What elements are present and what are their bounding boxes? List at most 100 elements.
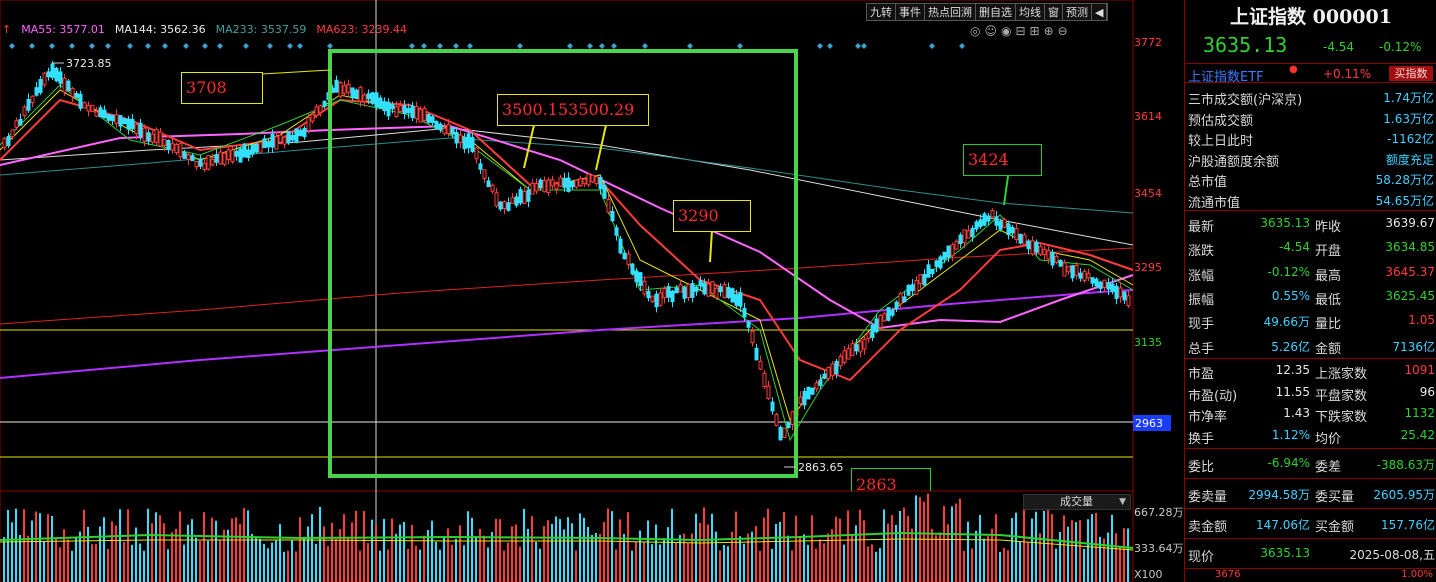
candle-body — [874, 318, 879, 333]
volume-bar — [571, 523, 573, 582]
candle-body — [658, 292, 663, 306]
volume-bar — [67, 539, 69, 582]
tool-jiuzhuan[interactable]: 九转 — [867, 4, 896, 20]
candle-body — [826, 366, 831, 379]
candle-body — [798, 396, 803, 405]
ma623-legend: MA623: 3239.44 — [316, 23, 408, 36]
target-icon[interactable]: ◎ — [970, 24, 980, 38]
candle-body — [986, 215, 991, 222]
ma-legend: ↑ MA55: 3577.01 MA144: 3562.36 MA233: 35… — [2, 23, 407, 39]
candle-body — [294, 128, 299, 143]
volume-bar — [891, 515, 893, 582]
volume-bar — [1031, 518, 1033, 582]
candle-body — [494, 192, 499, 207]
candle-body — [418, 109, 423, 123]
lock-icon[interactable]: ⊟ — [1015, 24, 1025, 38]
volume-bar — [435, 541, 437, 582]
candle-body — [722, 284, 727, 299]
candle-body — [1046, 250, 1051, 260]
signal-diamond — [959, 43, 965, 49]
volume-bar — [7, 509, 9, 582]
expand-icon[interactable]: ◀ — [1092, 4, 1108, 20]
volume-bar — [159, 515, 161, 582]
candle-body — [110, 114, 115, 121]
tool-events[interactable]: 事件 — [896, 4, 925, 20]
candle-body — [1122, 291, 1127, 301]
volume-bar — [467, 511, 469, 582]
candle-body — [62, 77, 67, 93]
candle-body — [934, 260, 939, 267]
eye-icon[interactable]: ◉ — [1001, 24, 1011, 38]
signal-diamond — [587, 43, 593, 49]
kline-chart-canvas[interactable]: 3772 3614 3454 3295 3135 2963 667.28万 33… — [0, 0, 1184, 582]
candle-body — [750, 330, 755, 343]
candle-body — [674, 287, 679, 294]
volume-bar — [95, 544, 97, 582]
signal-diamond — [49, 43, 55, 49]
volume-bar — [119, 509, 121, 582]
volume-bar — [843, 544, 845, 582]
candle-body — [602, 184, 607, 199]
volume-bar — [283, 551, 285, 582]
volume-bar — [667, 527, 669, 582]
kline-chart-panel[interactable]: 3772 3614 3454 3295 3135 2963 667.28万 33… — [0, 0, 1184, 582]
tool-predict[interactable]: 预测 — [1063, 4, 1092, 20]
annotation-3424[interactable]: 3424 — [963, 144, 1042, 176]
candle-body — [622, 252, 627, 260]
signal-diamond — [929, 43, 935, 49]
zoom-out-icon[interactable]: ⊖ — [1058, 24, 1068, 38]
volume-bar — [651, 544, 653, 582]
annotation-3500[interactable]: 3500.153500.29 — [497, 94, 649, 126]
candle-body — [438, 123, 443, 131]
volume-bar — [911, 528, 913, 582]
candle-body — [6, 136, 11, 147]
candle-body — [390, 104, 395, 110]
volume-bar — [1055, 548, 1057, 582]
footer-price: 3635.13 — [1260, 546, 1310, 560]
tool-hotspot[interactable]: 热点回溯 — [925, 4, 976, 20]
candle-body — [1098, 281, 1103, 289]
annotation-2863[interactable]: 2863 — [851, 468, 931, 494]
candle-body — [534, 182, 539, 192]
volume-bar — [391, 518, 393, 582]
zoom-in-icon[interactable]: ⊕ — [1044, 24, 1054, 38]
candle-body — [554, 183, 559, 190]
annotation-3708[interactable]: 3708 — [181, 72, 263, 104]
tool-remove-watchlist[interactable]: 删自选 — [976, 4, 1016, 20]
tool-window[interactable]: 窗 — [1045, 4, 1063, 20]
info-row: 预估成交额 1.63万亿 — [1188, 111, 1434, 129]
etf-row[interactable]: 上证指数ETF ● +0.11% 买指数 — [1185, 63, 1436, 85]
volume-bar — [1015, 512, 1017, 582]
smile-icon[interactable]: ☺ — [984, 24, 997, 38]
candle-body — [442, 127, 447, 134]
volume-bar — [899, 510, 901, 582]
candle-body — [818, 379, 823, 386]
high-label: 3723.85 — [66, 57, 112, 70]
candle-body — [98, 107, 103, 118]
signal-diamond — [243, 43, 249, 49]
volume-bar — [1027, 542, 1029, 582]
annotation-3290[interactable]: 3290 — [673, 200, 751, 232]
volume-bar — [155, 512, 157, 582]
indicator-selector[interactable]: 成交量 ▼ — [1023, 494, 1131, 510]
indicator-selector-label: 成交量 — [1060, 495, 1093, 508]
footer-price-row: 现价 3635.13 2025-08-08,五 — [1188, 546, 1435, 565]
quote-row: 现手 49.66万 量比 1.05 — [1188, 313, 1435, 333]
volume-bar — [307, 526, 309, 582]
candle-body — [754, 347, 759, 361]
volume-bar — [1051, 514, 1053, 582]
etf-name[interactable]: 上证指数ETF — [1188, 66, 1264, 85]
candle-body — [790, 411, 795, 425]
volume-bar — [211, 517, 213, 582]
volume-bar — [195, 537, 197, 582]
volume-bar — [971, 548, 973, 582]
tool-ma[interactable]: 均线 — [1016, 4, 1045, 20]
candle-body — [526, 189, 531, 202]
volume-bar — [79, 531, 81, 582]
buy-index-button[interactable]: 买指数 — [1389, 66, 1433, 81]
volume-bar — [519, 546, 521, 582]
candle-body — [1074, 265, 1079, 277]
volume-bar — [315, 543, 317, 582]
trash-icon[interactable]: ⊞ — [1030, 24, 1040, 38]
volume-bar — [415, 545, 417, 582]
